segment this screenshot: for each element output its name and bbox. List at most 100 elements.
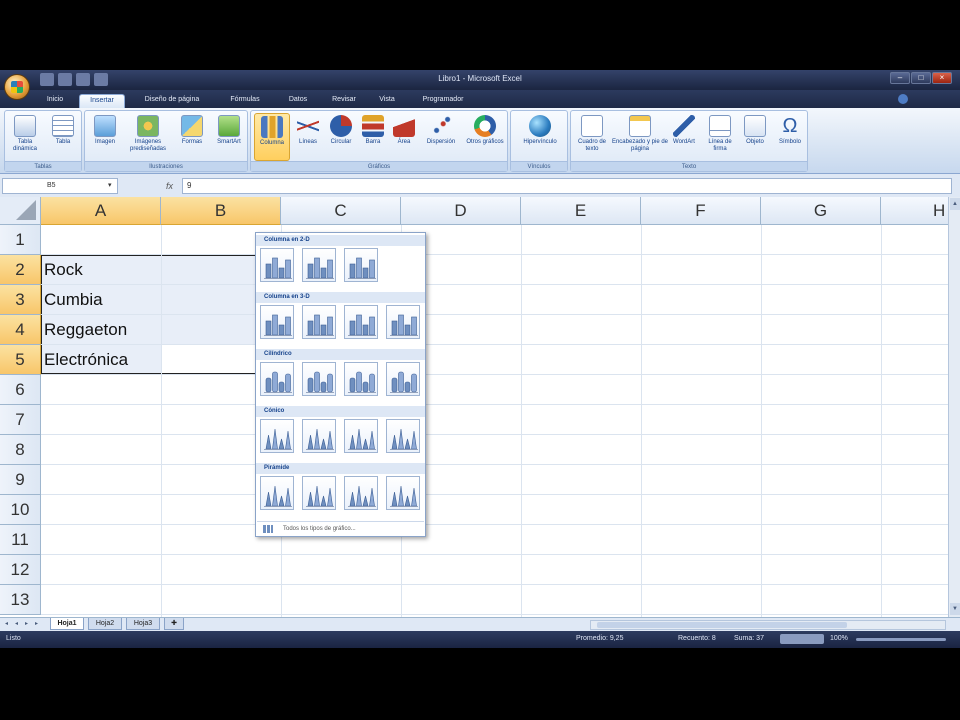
minimize-button[interactable]: –	[890, 72, 910, 84]
lineas-button[interactable]: Líneas	[293, 113, 323, 161]
chart-thumb-columna-en-3-d-clustered[interactable]	[260, 305, 294, 339]
column-header-h[interactable]: H	[881, 197, 948, 225]
objeto-button[interactable]: Objeto	[739, 113, 771, 161]
cell-a3[interactable]: Cumbia	[44, 285, 103, 315]
chart-thumb-columna-en-3-d-3d[interactable]	[386, 305, 420, 339]
horizontal-scrollbar[interactable]	[590, 620, 946, 630]
chart-thumb-columna-en-2-d-stacked-100[interactable]	[344, 248, 378, 282]
tab-datos[interactable]: Datos	[280, 94, 316, 108]
encabezado-button[interactable]: Encabezado y pie de página	[611, 113, 669, 161]
fx-icon[interactable]: fx	[166, 178, 173, 194]
column-header-f[interactable]: F	[641, 197, 761, 225]
columna-button[interactable]: Columna	[254, 113, 290, 161]
cell-a2[interactable]: Rock	[44, 255, 83, 285]
chart-thumb-cilíndrico-stacked-100[interactable]	[344, 362, 378, 396]
column-header-a[interactable]: A	[41, 197, 161, 225]
row-header-6[interactable]: 6	[0, 375, 41, 405]
tab-diseno-pagina[interactable]: Diseño de página	[132, 94, 212, 108]
dispersion-button[interactable]: Dispersión	[421, 113, 461, 161]
chart-thumb-pirámide-3d[interactable]	[386, 476, 420, 510]
chart-thumb-columna-en-3-d-stacked[interactable]	[302, 305, 336, 339]
column-header-d[interactable]: D	[401, 197, 521, 225]
help-icon[interactable]	[898, 94, 908, 104]
row-header-11[interactable]: 11	[0, 525, 41, 555]
simbolo-button[interactable]: Ω Símbolo	[773, 113, 807, 161]
all-chart-types-link[interactable]: Todos los tipos de gráfico...	[257, 521, 424, 535]
imagenes-predisenadas-button[interactable]: Imágenes prediseñadas	[125, 113, 171, 161]
area-button[interactable]: Área	[389, 113, 419, 161]
chart-thumb-cónico-3d[interactable]	[386, 419, 420, 453]
next-sheet-icon[interactable]: ▸	[22, 619, 31, 630]
chart-thumb-cilíndrico-stacked[interactable]	[302, 362, 336, 396]
chart-thumb-columna-en-3-d-stacked-100[interactable]	[344, 305, 378, 339]
hipervinculo-button[interactable]: Hipervínculo	[513, 113, 567, 161]
zoom-slider[interactable]	[856, 638, 946, 641]
linea-firma-button[interactable]: Línea de firma	[701, 113, 739, 161]
row-header-3[interactable]: 3	[0, 285, 41, 315]
prev-sheet-icon[interactable]: ◂	[12, 619, 21, 630]
chart-thumb-columna-en-2-d-clustered[interactable]	[260, 248, 294, 282]
row-header-10[interactable]: 10	[0, 495, 41, 525]
column-header-b[interactable]: B	[161, 197, 281, 225]
close-button[interactable]: ×	[932, 72, 952, 84]
insert-sheet-icon[interactable]: ✚	[164, 618, 184, 630]
office-button[interactable]	[4, 74, 30, 100]
zoom-level[interactable]: 100%	[830, 635, 848, 642]
chart-thumb-cónico-stacked-100[interactable]	[344, 419, 378, 453]
chart-thumb-cilíndrico-clustered[interactable]	[260, 362, 294, 396]
circular-button[interactable]: Circular	[325, 113, 357, 161]
tab-revisar[interactable]: Revisar	[323, 94, 365, 108]
otros-graficos-button[interactable]: Otros gráficos	[465, 113, 505, 161]
vertical-scrollbar[interactable]: ▲ ▼	[948, 197, 960, 617]
last-sheet-icon[interactable]: ▸	[32, 619, 41, 630]
cuadro-texto-button[interactable]: Cuadro de texto	[573, 113, 611, 161]
column-header-e[interactable]: E	[521, 197, 641, 225]
tab-formulas[interactable]: Fórmulas	[220, 94, 270, 108]
tabla-dinamica-button[interactable]: Tabla dinámica	[7, 113, 43, 161]
wordart-button[interactable]: WordArt	[669, 113, 699, 161]
name-box[interactable]: B5	[2, 178, 118, 194]
chart-thumb-pirámide-clustered[interactable]	[260, 476, 294, 510]
row-header-1[interactable]: 1	[0, 225, 41, 255]
maximize-button[interactable]: □	[911, 72, 931, 84]
tab-vista[interactable]: Vista	[372, 94, 402, 108]
smartart-button[interactable]: SmartArt	[211, 113, 247, 161]
scroll-down-icon[interactable]: ▼	[950, 603, 960, 615]
select-all-button[interactable]	[0, 197, 41, 225]
tab-programador[interactable]: Programador	[410, 94, 476, 108]
chevron-down-icon[interactable]: ▾	[108, 178, 112, 194]
formas-button[interactable]: Formas	[175, 113, 209, 161]
cell-a4[interactable]: Reggaeton	[44, 315, 127, 345]
tab-insertar[interactable]: Insertar	[79, 94, 125, 108]
chart-thumb-pirámide-stacked[interactable]	[302, 476, 336, 510]
row-header-5[interactable]: 5	[0, 345, 41, 375]
tabla-button[interactable]: Tabla	[47, 113, 79, 161]
row-header-13[interactable]: 13	[0, 585, 41, 615]
column-header-g[interactable]: G	[761, 197, 881, 225]
row-header-8[interactable]: 8	[0, 435, 41, 465]
scroll-up-icon[interactable]: ▲	[950, 198, 960, 210]
row-header-12[interactable]: 12	[0, 555, 41, 585]
sheet-tab-hoja1[interactable]: Hoja1	[50, 618, 84, 630]
worksheet-grid[interactable]: A B C D E F G H 1 2 3 4 5 6 7 8 9 10 11 …	[0, 197, 948, 617]
row-header-7[interactable]: 7	[0, 405, 41, 435]
chart-thumb-cilíndrico-3d[interactable]	[386, 362, 420, 396]
sheet-tab-hoja2[interactable]: Hoja2	[88, 618, 122, 630]
chart-thumb-pirámide-stacked-100[interactable]	[344, 476, 378, 510]
column-header-c[interactable]: C	[281, 197, 401, 225]
chart-thumb-cónico-clustered[interactable]	[260, 419, 294, 453]
tab-inicio[interactable]: Inicio	[40, 94, 70, 108]
view-buttons[interactable]	[780, 634, 824, 644]
row-header-9[interactable]: 9	[0, 465, 41, 495]
imagen-button[interactable]: Imagen	[87, 113, 123, 161]
barra-button[interactable]: Barra	[359, 113, 387, 161]
row-header-4[interactable]: 4	[0, 315, 41, 345]
formula-input[interactable]: 9	[182, 178, 952, 194]
row-header-2[interactable]: 2	[0, 255, 41, 285]
chart-thumb-columna-en-2-d-stacked[interactable]	[302, 248, 336, 282]
first-sheet-icon[interactable]: ◂	[2, 619, 11, 630]
chart-thumb-cónico-stacked[interactable]	[302, 419, 336, 453]
sheet-tab-hoja3[interactable]: Hoja3	[126, 618, 160, 630]
cell-a5[interactable]: Electrónica	[44, 345, 128, 375]
scroll-thumb[interactable]	[597, 622, 847, 628]
